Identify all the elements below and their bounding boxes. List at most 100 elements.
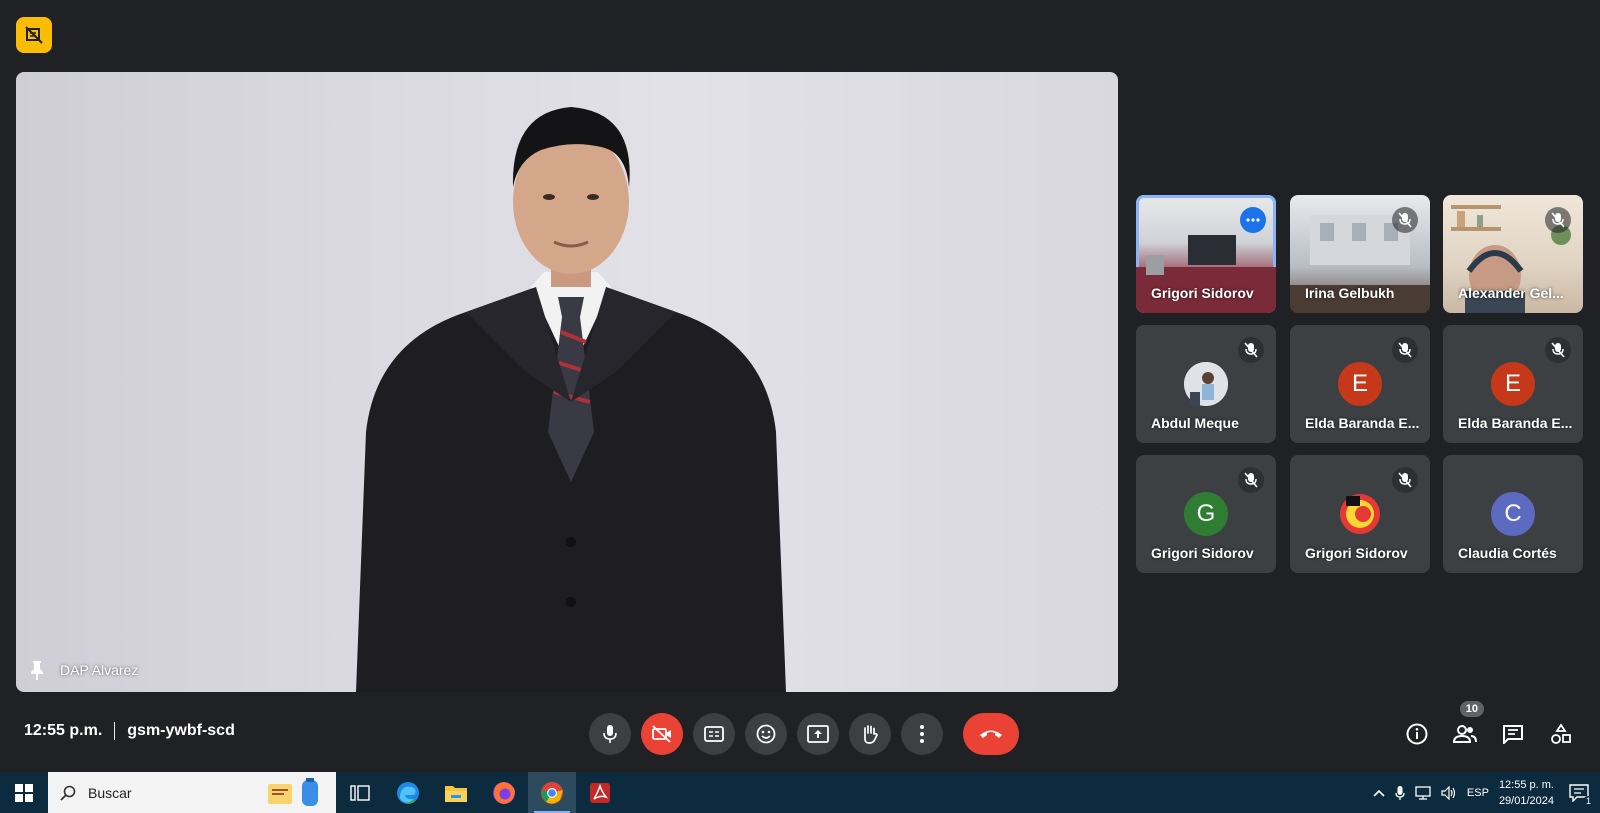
firefox-icon [493, 781, 515, 804]
pdf-icon [590, 782, 610, 803]
participant-tile[interactable]: C Claudia Cortés [1443, 455, 1583, 573]
mic-off-icon [1392, 467, 1418, 493]
participant-name: Irina Gelbukh [1305, 285, 1395, 301]
participant-tile[interactable]: E Elda Baranda E... [1443, 325, 1583, 443]
presenter-name: DAP Alvarez [60, 662, 139, 678]
mic-off-icon [1545, 337, 1571, 363]
pin-icon[interactable] [28, 660, 46, 680]
meeting-details-button[interactable] [1396, 713, 1438, 755]
participant-tile[interactable]: Abdul Meque [1136, 325, 1276, 443]
edge-app[interactable] [384, 772, 432, 813]
camera-button[interactable] [641, 713, 683, 755]
participant-name: Alexander Gel... [1458, 285, 1564, 301]
search-placeholder: Buscar [88, 784, 132, 801]
raise-hand-icon [864, 725, 878, 744]
clock-time: 12:55 p. m. [1498, 778, 1554, 791]
avatar-letter: E [1491, 362, 1535, 406]
recording-icon [25, 26, 43, 44]
mic-off-icon [1392, 207, 1418, 233]
system-tray: ESP 12:55 p. m. 29/01/2024 1 [1373, 772, 1600, 813]
notification-center-button[interactable]: 1 [1564, 778, 1594, 808]
participant-tile[interactable]: Grigori Sidorov [1136, 195, 1276, 313]
divider [114, 722, 116, 740]
firefox-app[interactable] [480, 772, 528, 813]
avatar-letter: G [1184, 492, 1228, 536]
presenter-video [356, 107, 786, 692]
volume-icon[interactable] [1441, 785, 1457, 800]
more-options-icon[interactable] [1240, 207, 1266, 233]
folder-icon [445, 785, 467, 802]
task-view-icon [350, 784, 370, 801]
main-video-label: DAP Alvarez [28, 660, 138, 680]
main-video-feed[interactable]: DAP Alvarez [16, 72, 1118, 692]
participant-tile[interactable]: E Elda Baranda E... [1290, 325, 1430, 443]
participant-name: Abdul Meque [1151, 415, 1239, 431]
file-explorer-app[interactable] [432, 772, 480, 813]
participant-name: Grigori Sidorov [1151, 545, 1254, 561]
mic-off-icon [1392, 337, 1418, 363]
chevron-up-icon[interactable] [1373, 789, 1385, 797]
recording-indicator[interactable] [16, 17, 52, 53]
network-icon[interactable] [1415, 785, 1431, 800]
mic-off-icon [1545, 207, 1571, 233]
chrome-icon [541, 781, 563, 804]
search-icon [60, 785, 76, 801]
more-options-icon [920, 725, 924, 743]
chat-icon [1503, 725, 1523, 744]
system-clock[interactable]: 12:55 p. m. 29/01/2024 [1499, 777, 1554, 809]
participant-tile[interactable]: Irina Gelbukh [1290, 195, 1430, 313]
avatar-letter: C [1491, 492, 1535, 536]
mic-off-icon [1238, 467, 1264, 493]
taskbar-search[interactable]: Buscar [48, 772, 336, 813]
edge-icon [397, 781, 419, 804]
meeting-info: 12:55 p.m. gsm-ywbf-scd [24, 722, 235, 740]
microphone-tray-icon[interactable] [1395, 785, 1405, 801]
windows-icon [15, 783, 33, 802]
start-button[interactable] [0, 772, 48, 813]
hang-up-icon [980, 730, 1002, 738]
camera-off-icon [652, 725, 671, 743]
participants-count-badge: 10 [1459, 701, 1484, 717]
mic-off-icon [1238, 337, 1264, 363]
raise-hand-button[interactable] [849, 713, 891, 755]
activities-button[interactable] [1540, 713, 1582, 755]
captions-icon [704, 726, 724, 742]
present-button[interactable] [797, 713, 839, 755]
mic-icon [603, 725, 617, 743]
clock-date: 29/01/2024 [1498, 794, 1554, 807]
avatar-logo [1338, 492, 1382, 536]
call-controls [589, 713, 1019, 755]
mic-button[interactable] [589, 713, 631, 755]
acrobat-app[interactable] [576, 772, 624, 813]
people-icon [1453, 725, 1477, 743]
info-icon [1406, 723, 1428, 745]
more-options-button[interactable] [901, 713, 943, 755]
windows-taskbar: Buscar ESP 12:55 p. m. 29/01/2024 1 [0, 772, 1600, 813]
captions-button[interactable] [693, 713, 735, 755]
participant-name: Grigori Sidorov [1151, 285, 1254, 301]
avatar [1184, 362, 1228, 406]
people-button[interactable]: 10 [1444, 701, 1486, 755]
meet-window: DAP Alvarez Grigori Sidorov Irina Gelbuk… [0, 0, 1600, 772]
emoji-icon [756, 724, 776, 744]
participant-tile[interactable]: Grigori Sidorov [1290, 455, 1430, 573]
participant-tile[interactable]: Alexander Gel... [1443, 195, 1583, 313]
meeting-time: 12:55 p.m. [24, 722, 103, 739]
participant-name: Claudia Cortés [1458, 545, 1557, 561]
chat-button[interactable] [1492, 713, 1534, 755]
participant-name: Elda Baranda E... [1458, 415, 1573, 431]
activities-icon [1551, 723, 1571, 744]
meeting-code: gsm-ywbf-scd [127, 722, 235, 739]
task-view-button[interactable] [336, 772, 384, 813]
participant-name: Elda Baranda E... [1305, 415, 1420, 431]
participant-tile[interactable]: G Grigori Sidorov [1136, 455, 1276, 573]
avatar-letter: E [1338, 362, 1382, 406]
input-language[interactable]: ESP [1467, 787, 1489, 799]
chrome-app[interactable] [528, 772, 576, 813]
participant-name: Grigori Sidorov [1305, 545, 1408, 561]
notification-count: 1 [1582, 795, 1594, 806]
leave-call-button[interactable] [963, 713, 1019, 755]
reactions-button[interactable] [745, 713, 787, 755]
side-panel-controls: 10 [1396, 701, 1582, 755]
search-highlight-icon [268, 778, 318, 806]
